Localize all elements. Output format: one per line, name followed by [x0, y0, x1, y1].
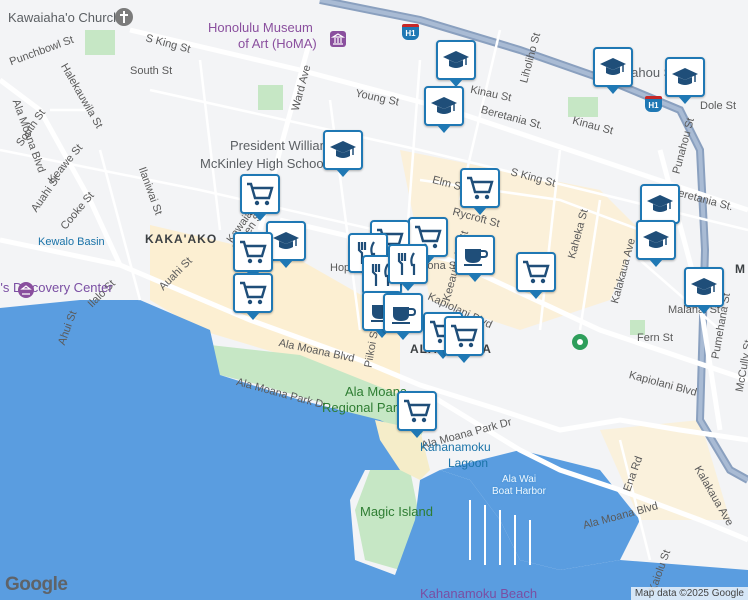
marker-cafe[interactable]	[455, 235, 495, 282]
marker-school[interactable]	[684, 267, 724, 314]
marker-grocery[interactable]	[516, 252, 556, 299]
poi-magic-island: Magic Island	[360, 504, 433, 519]
poi-school-label-1: President William	[230, 138, 331, 153]
marker-school[interactable]	[636, 220, 676, 267]
marker-restaurant[interactable]	[388, 244, 428, 291]
poi-lagoon-label-1: Kahanamoku	[420, 440, 491, 454]
shopping-cart-icon	[523, 260, 550, 284]
highway-shield: H1	[645, 96, 662, 112]
poi-harbor-label-2: Boat Harbor	[492, 486, 546, 497]
coffee-icon	[392, 307, 417, 324]
map-canvas[interactable]: Punchbowl St South St Halekauwila St Sou…	[0, 0, 748, 600]
school-icon	[273, 232, 299, 249]
poi-museum-label-2: of Art (HoMA)	[238, 36, 317, 51]
street-label: South St	[130, 65, 173, 77]
school-icon	[672, 68, 698, 85]
area-kakaako-label: KAKA'AKO	[145, 232, 218, 246]
street-label: Fern St	[637, 332, 674, 344]
poi-church-label: Kawaiaha'o Church	[8, 10, 121, 25]
school-icon	[330, 141, 356, 158]
marker-grocery[interactable]	[460, 168, 500, 215]
marker-cafe[interactable]	[383, 293, 423, 340]
shopping-cart-icon	[240, 240, 267, 264]
marker-grocery[interactable]	[233, 273, 273, 320]
google-logo[interactable]: Google	[5, 574, 68, 596]
shopping-cart-icon	[404, 399, 431, 423]
poi-children-museum-label: Children's Discovery Center	[0, 280, 113, 295]
restaurant-icon	[397, 252, 416, 275]
poi-museum-label-1: Honolulu Museum	[208, 20, 313, 35]
highway-shield: H1	[402, 24, 419, 40]
marker-grocery[interactable]	[444, 316, 484, 363]
marker-school[interactable]	[424, 86, 464, 133]
school-icon	[643, 231, 669, 248]
map-attribution[interactable]: Map data ©2025 Google	[630, 587, 748, 600]
museum-icon[interactable]	[330, 31, 346, 52]
street-label: Dole St	[700, 100, 737, 112]
marker-school[interactable]	[640, 184, 680, 231]
park-icon[interactable]	[572, 334, 588, 355]
marker-school[interactable]	[593, 47, 633, 94]
poi-harbor-label-1: Ala Wai	[502, 474, 537, 485]
poi-lagoon-label-2: Lagoon	[448, 456, 489, 470]
children-museum-icon[interactable]	[18, 282, 34, 303]
coffee-icon	[464, 249, 489, 266]
church-icon[interactable]	[115, 8, 133, 31]
area-moiliili-label: M	[735, 262, 746, 276]
marker-grocery[interactable]	[233, 232, 273, 279]
school-icon	[443, 51, 469, 68]
shopping-cart-icon	[467, 176, 494, 200]
shopping-cart-icon	[247, 182, 274, 206]
marker-school[interactable]	[323, 130, 363, 177]
marker-school[interactable]	[665, 57, 705, 104]
school-icon	[431, 97, 457, 114]
marker-grocery[interactable]	[240, 174, 280, 221]
shopping-cart-icon	[451, 324, 478, 348]
school-icon	[691, 278, 717, 295]
school-icon	[600, 58, 626, 75]
poi-park-label-2: Regional Park	[322, 400, 404, 415]
poi-beach-label: Kahanamoku Beach	[420, 586, 538, 600]
marker-school[interactable]	[436, 40, 476, 87]
shopping-cart-icon	[240, 281, 267, 305]
poi-kewalo-basin: Kewalo Basin	[38, 236, 105, 248]
poi-school-label-2: McKinley High School	[200, 156, 327, 171]
marker-grocery[interactable]	[397, 391, 437, 438]
school-icon	[647, 195, 673, 212]
